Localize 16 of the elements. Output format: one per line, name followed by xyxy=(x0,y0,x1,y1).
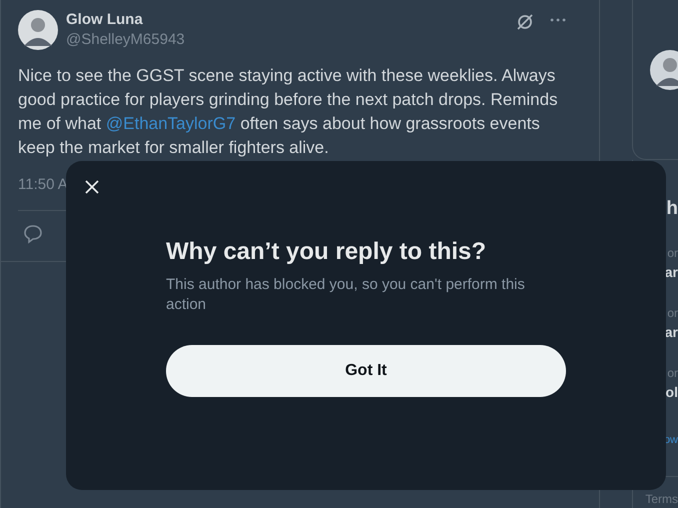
trend-title[interactable]: ar xyxy=(664,264,678,280)
trend-title[interactable]: ar xyxy=(664,324,678,340)
avatar-icon[interactable] xyxy=(650,50,678,90)
trend-category: or xyxy=(667,246,678,260)
trend-category: or xyxy=(667,366,678,380)
trend-category: or xyxy=(667,306,678,320)
dialog-title: Why can’t you reply to this? xyxy=(166,237,488,267)
section-heading: h xyxy=(666,198,678,220)
author-name[interactable]: Glow Luna xyxy=(66,11,508,28)
reply-icon[interactable] xyxy=(23,224,43,244)
got-it-button[interactable]: Got It xyxy=(166,345,566,397)
trend-title[interactable]: ol xyxy=(666,384,678,400)
avatar-icon[interactable] xyxy=(18,10,58,50)
dialog-message: This author has blocked you, so you can't perform this action xyxy=(166,275,526,315)
tweet-text: Nice to see the GGST scene staying active with these weeklies. Always good practice for players grinding before the next patch drops. Reminds me of what @EthanTaylorG7 often says about how grassroots events keep the market for smaller fighters alive. xyxy=(18,65,559,159)
close-icon[interactable] xyxy=(84,179,100,195)
